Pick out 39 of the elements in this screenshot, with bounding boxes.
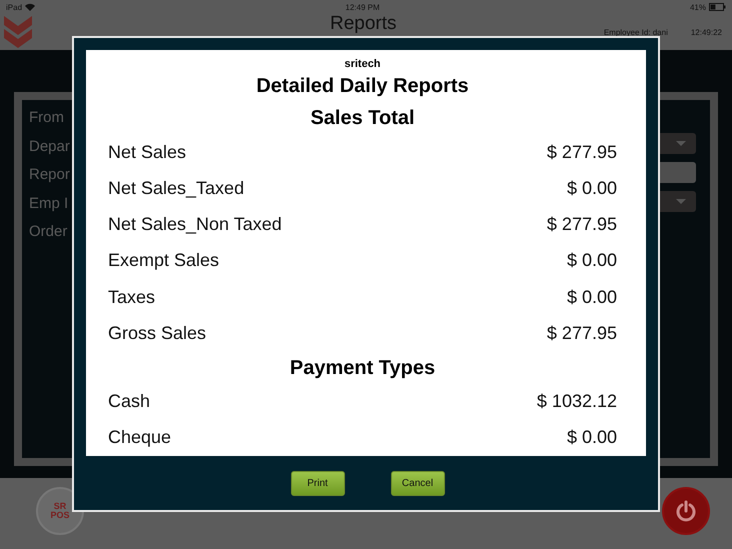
row-value: $ 0.00 <box>566 427 617 448</box>
row-label: Net Sales <box>108 142 186 163</box>
row-value: $ 277.95 <box>546 142 617 163</box>
row-label: Taxes <box>108 286 156 308</box>
battery-percent: 41% <box>690 2 706 12</box>
row-value: $ 277.95 <box>546 214 617 236</box>
section-heading: Sales Total <box>309 106 416 131</box>
wifi-icon <box>25 3 36 11</box>
row-value: $ 0.00 <box>566 178 617 199</box>
cancel-button[interactable]: Cancel <box>390 470 444 496</box>
row-value: $ 277.95 <box>546 322 617 344</box>
caret-icon <box>676 141 686 146</box>
row-label: Net Sales_Non Taxed <box>108 214 282 236</box>
caret-icon <box>676 199 686 204</box>
filter-label: Emp I <box>29 194 70 213</box>
battery-icon <box>709 3 726 11</box>
filter-label: Order <box>29 222 68 242</box>
row-value: $ 0.00 <box>566 250 617 272</box>
row-label: Gross Sales <box>108 322 206 344</box>
report-title: Detailed Daily Reports <box>255 74 470 99</box>
filter-label: From <box>29 108 65 128</box>
row-value: $ 1032.12 <box>536 391 617 412</box>
page-title: Reports <box>330 13 397 35</box>
power-button[interactable] <box>662 486 710 534</box>
company-name: sritech <box>343 58 382 70</box>
device-name: iPad <box>6 2 22 12</box>
power-icon <box>675 500 697 522</box>
header-clock: 12:49:22 <box>690 28 722 36</box>
employee-id: Employee Id: dani <box>604 28 668 36</box>
filter-label: Depar <box>29 136 70 156</box>
print-button[interactable]: Print <box>290 470 344 496</box>
filter-label: Repor <box>29 165 70 184</box>
row-label: Cheque <box>108 427 172 448</box>
row-value: $ 0.00 <box>566 286 617 308</box>
row-label: Cash <box>108 391 150 412</box>
status-time: 12:49 PM <box>345 2 380 12</box>
row-label: Exempt Sales <box>108 250 220 272</box>
section-heading: Payment Types <box>288 356 436 380</box>
row-label: Net Sales_Taxed <box>108 178 244 199</box>
